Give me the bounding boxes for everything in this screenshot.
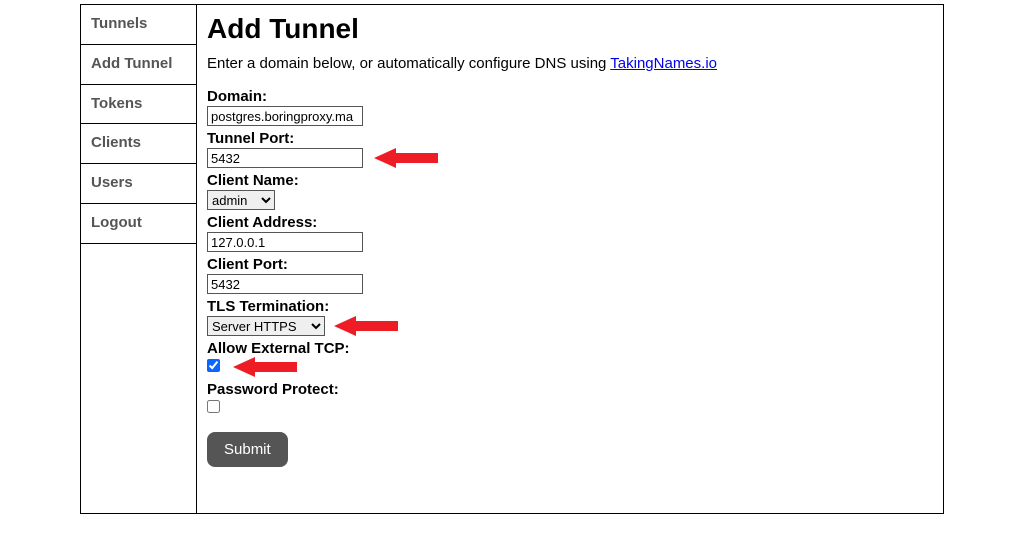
client-address-input[interactable] (207, 232, 363, 252)
allow-external-checkbox[interactable] (207, 359, 220, 372)
label-allow-external: Allow External TCP: (207, 338, 933, 358)
sidebar: Tunnels Add Tunnel Tokens Clients Users … (81, 5, 197, 513)
tls-termination-select[interactable]: Server HTTPS (207, 316, 325, 336)
label-tunnel-port: Tunnel Port: (207, 128, 933, 148)
row-client-address: Client Address: (207, 212, 933, 252)
sidebar-item-add-tunnel[interactable]: Add Tunnel (81, 45, 196, 85)
label-client-address: Client Address: (207, 212, 933, 232)
label-domain: Domain: (207, 86, 933, 106)
sidebar-item-logout[interactable]: Logout (81, 204, 196, 244)
annotation-arrow-icon (334, 313, 398, 339)
row-client-name: Client Name: admin (207, 170, 933, 210)
label-client-port: Client Port: (207, 254, 933, 274)
row-tunnel-port: Tunnel Port: (207, 128, 933, 168)
annotation-arrow-icon (233, 354, 297, 380)
sidebar-item-tokens[interactable]: Tokens (81, 85, 196, 125)
main-panel: Add Tunnel Enter a domain below, or auto… (197, 5, 943, 513)
page-title: Add Tunnel (207, 13, 933, 45)
client-name-select[interactable]: admin (207, 190, 275, 210)
intro-prefix: Enter a domain below, or automatically c… (207, 55, 610, 72)
row-domain: Domain: (207, 86, 933, 126)
row-password-protect: Password Protect: (207, 379, 933, 418)
app-container: Tunnels Add Tunnel Tokens Clients Users … (80, 4, 944, 514)
sidebar-item-users[interactable]: Users (81, 164, 196, 204)
tunnel-port-input[interactable] (207, 148, 363, 168)
sidebar-item-tunnels[interactable]: Tunnels (81, 5, 196, 45)
sidebar-item-clients[interactable]: Clients (81, 124, 196, 164)
takingnames-link[interactable]: TakingNames.io (610, 55, 717, 72)
label-client-name: Client Name: (207, 170, 933, 190)
row-client-port: Client Port: (207, 254, 933, 294)
submit-button[interactable]: Submit (207, 432, 288, 467)
row-tls-termination: TLS Termination: Server HTTPS (207, 296, 933, 336)
client-port-input[interactable] (207, 274, 363, 294)
annotation-arrow-icon (374, 145, 438, 171)
row-allow-external: Allow External TCP: (207, 338, 933, 377)
intro-text: Enter a domain below, or automatically c… (207, 55, 933, 72)
label-tls-termination: TLS Termination: (207, 296, 933, 316)
domain-input[interactable] (207, 106, 363, 126)
password-protect-checkbox[interactable] (207, 400, 220, 413)
label-password-protect: Password Protect: (207, 379, 933, 399)
